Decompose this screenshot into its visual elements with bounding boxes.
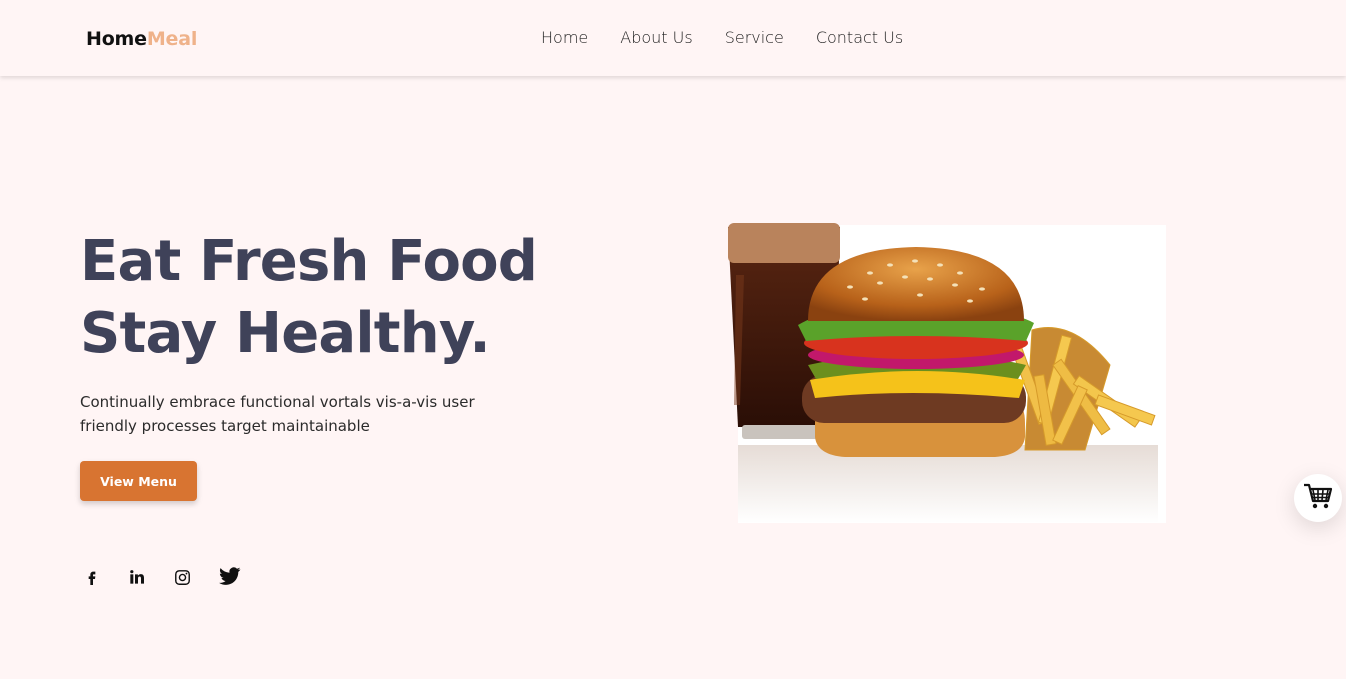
nav-link-home[interactable]: Home [541, 28, 588, 47]
brand-name-primary: Home [86, 28, 147, 50]
shopping-cart-button[interactable] [1294, 474, 1342, 522]
nav-link-about-us[interactable]: About Us [620, 28, 692, 47]
social-links [80, 563, 260, 591]
hero-title-line-2: Stay Healthy. [80, 301, 491, 366]
nav-link-service[interactable]: Service [725, 28, 784, 47]
shopping-cart-icon [1303, 482, 1333, 515]
twitter-icon[interactable] [215, 563, 260, 591]
brand-name-accent: Meal [146, 28, 198, 50]
brand-logo[interactable]: HomeMeal [86, 28, 197, 50]
linkedin-icon[interactable] [125, 563, 170, 591]
facebook-icon[interactable] [80, 563, 125, 591]
burger-fries-cola-image [720, 215, 1180, 525]
main-nav: Home About Us Service Contact Us [541, 28, 903, 47]
nav-link-contact-us[interactable]: Contact Us [816, 28, 903, 47]
top-navbar: HomeMeal Home About Us Service Contact U… [0, 0, 1346, 76]
hero-description: Continually embrace functional vortals v… [80, 393, 475, 435]
hero-title-line-1: Eat Fresh Food [80, 229, 538, 294]
view-menu-button[interactable]: View Menu [80, 461, 197, 501]
hero-title: Eat Fresh Food Stay Healthy. [80, 226, 640, 370]
instagram-icon[interactable] [170, 563, 215, 591]
